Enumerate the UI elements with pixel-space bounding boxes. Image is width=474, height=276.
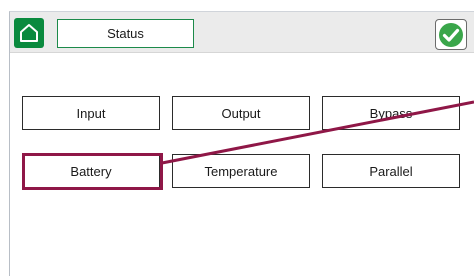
battery-button-label: Battery <box>70 163 112 179</box>
screen-panel: Status Input Output Bypass Battery Tempe… <box>9 11 474 276</box>
output-button[interactable]: Output <box>172 96 310 130</box>
parallel-button[interactable]: Parallel <box>322 154 460 188</box>
bypass-button-label: Bypass <box>369 105 413 121</box>
input-button[interactable]: Input <box>22 96 160 130</box>
home-icon <box>18 22 40 44</box>
home-button[interactable] <box>14 18 44 48</box>
checkmark-icon <box>438 22 464 48</box>
temperature-button[interactable]: Temperature <box>172 154 310 188</box>
status-button[interactable]: Status <box>57 19 194 48</box>
output-button-label: Output <box>221 105 261 121</box>
battery-button[interactable]: Battery <box>22 154 160 188</box>
input-button-label: Input <box>76 105 106 121</box>
temperature-button-label: Temperature <box>204 163 278 179</box>
bypass-button[interactable]: Bypass <box>322 96 460 130</box>
top-bar: Status <box>10 12 474 53</box>
ok-button[interactable] <box>435 19 467 50</box>
parallel-button-label: Parallel <box>369 163 413 179</box>
status-button-label: Status <box>107 26 144 41</box>
